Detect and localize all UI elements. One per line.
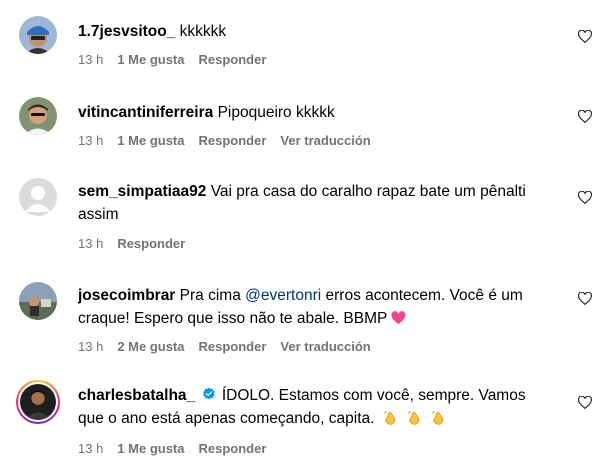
username[interactable]: 1.7jesvsitoo_	[78, 23, 175, 40]
comment-meta: 13 h 1 Me gusta Responder	[78, 441, 266, 456]
avatar[interactable]	[19, 97, 57, 135]
comment-text: charlesbatalha_ ÍDOLO. Estamos com você,…	[78, 384, 548, 430]
likes-count[interactable]: 1 Me gusta	[117, 133, 184, 148]
verified-badge-icon	[202, 385, 216, 400]
heart-outline-icon[interactable]	[578, 30, 592, 43]
pink-heart-emoji-icon	[391, 309, 406, 325]
avatar[interactable]	[19, 282, 57, 320]
reply-button[interactable]: Responder	[199, 441, 267, 456]
comment-meta: 13 h 1 Me gusta Responder Ver traducción	[78, 133, 371, 148]
timestamp[interactable]: 13 h	[78, 339, 103, 354]
likes-count[interactable]: 1 Me gusta	[117, 441, 184, 456]
heart-outline-icon[interactable]	[578, 292, 592, 305]
username[interactable]: sem_simpatiaa92	[78, 183, 206, 200]
translate-button[interactable]: Ver traducción	[280, 339, 370, 354]
username[interactable]: vitincantiniferreira	[78, 104, 213, 121]
comment-text: josecoimbrar Pra cima @evertonri erros a…	[78, 284, 548, 330]
comment-content: Pra cima	[179, 287, 241, 304]
mention-link[interactable]: @evertonri	[245, 287, 321, 304]
timestamp[interactable]: 13 h	[78, 441, 103, 456]
avatar[interactable]	[19, 16, 57, 54]
username[interactable]: josecoimbrar	[78, 287, 175, 304]
likes-count[interactable]: 1 Me gusta	[117, 52, 184, 67]
heart-outline-icon[interactable]	[578, 110, 592, 123]
comment-text: vitincantiniferreira Pipoqueiro kkkkk	[78, 101, 548, 124]
comment-content: kkkkkk	[179, 23, 227, 40]
comment-text: sem_simpatiaa92 Vai pra casa do caralho …	[78, 180, 548, 226]
reply-button[interactable]: Responder	[199, 133, 267, 148]
timestamp[interactable]: 13 h	[78, 52, 103, 67]
timestamp[interactable]: 13 h	[78, 236, 103, 251]
reply-button[interactable]: Responder	[117, 236, 185, 251]
avatar[interactable]	[19, 178, 57, 216]
comment-meta: 13 h 1 Me gusta Responder	[78, 52, 266, 67]
comment-text: 1.7jesvsitoo_ kkkkkk	[78, 20, 548, 43]
translate-button[interactable]: Ver traducción	[280, 133, 370, 148]
likes-count[interactable]: 2 Me gusta	[117, 339, 184, 354]
username[interactable]: charlesbatalha_	[78, 387, 195, 404]
comment-meta: 13 h 2 Me gusta Responder Ver traducción	[78, 339, 371, 354]
heart-outline-icon[interactable]	[578, 396, 592, 409]
heart-outline-icon[interactable]	[578, 191, 592, 204]
reply-button[interactable]: Responder	[199, 52, 267, 67]
comment-content: Pipoqueiro kkkkk	[217, 104, 335, 121]
reply-button[interactable]: Responder	[199, 339, 267, 354]
clapping-hands-emoji-icon	[379, 410, 448, 427]
comment-meta: 13 h Responder	[78, 236, 185, 251]
timestamp[interactable]: 13 h	[78, 133, 103, 148]
avatar[interactable]	[16, 380, 60, 424]
